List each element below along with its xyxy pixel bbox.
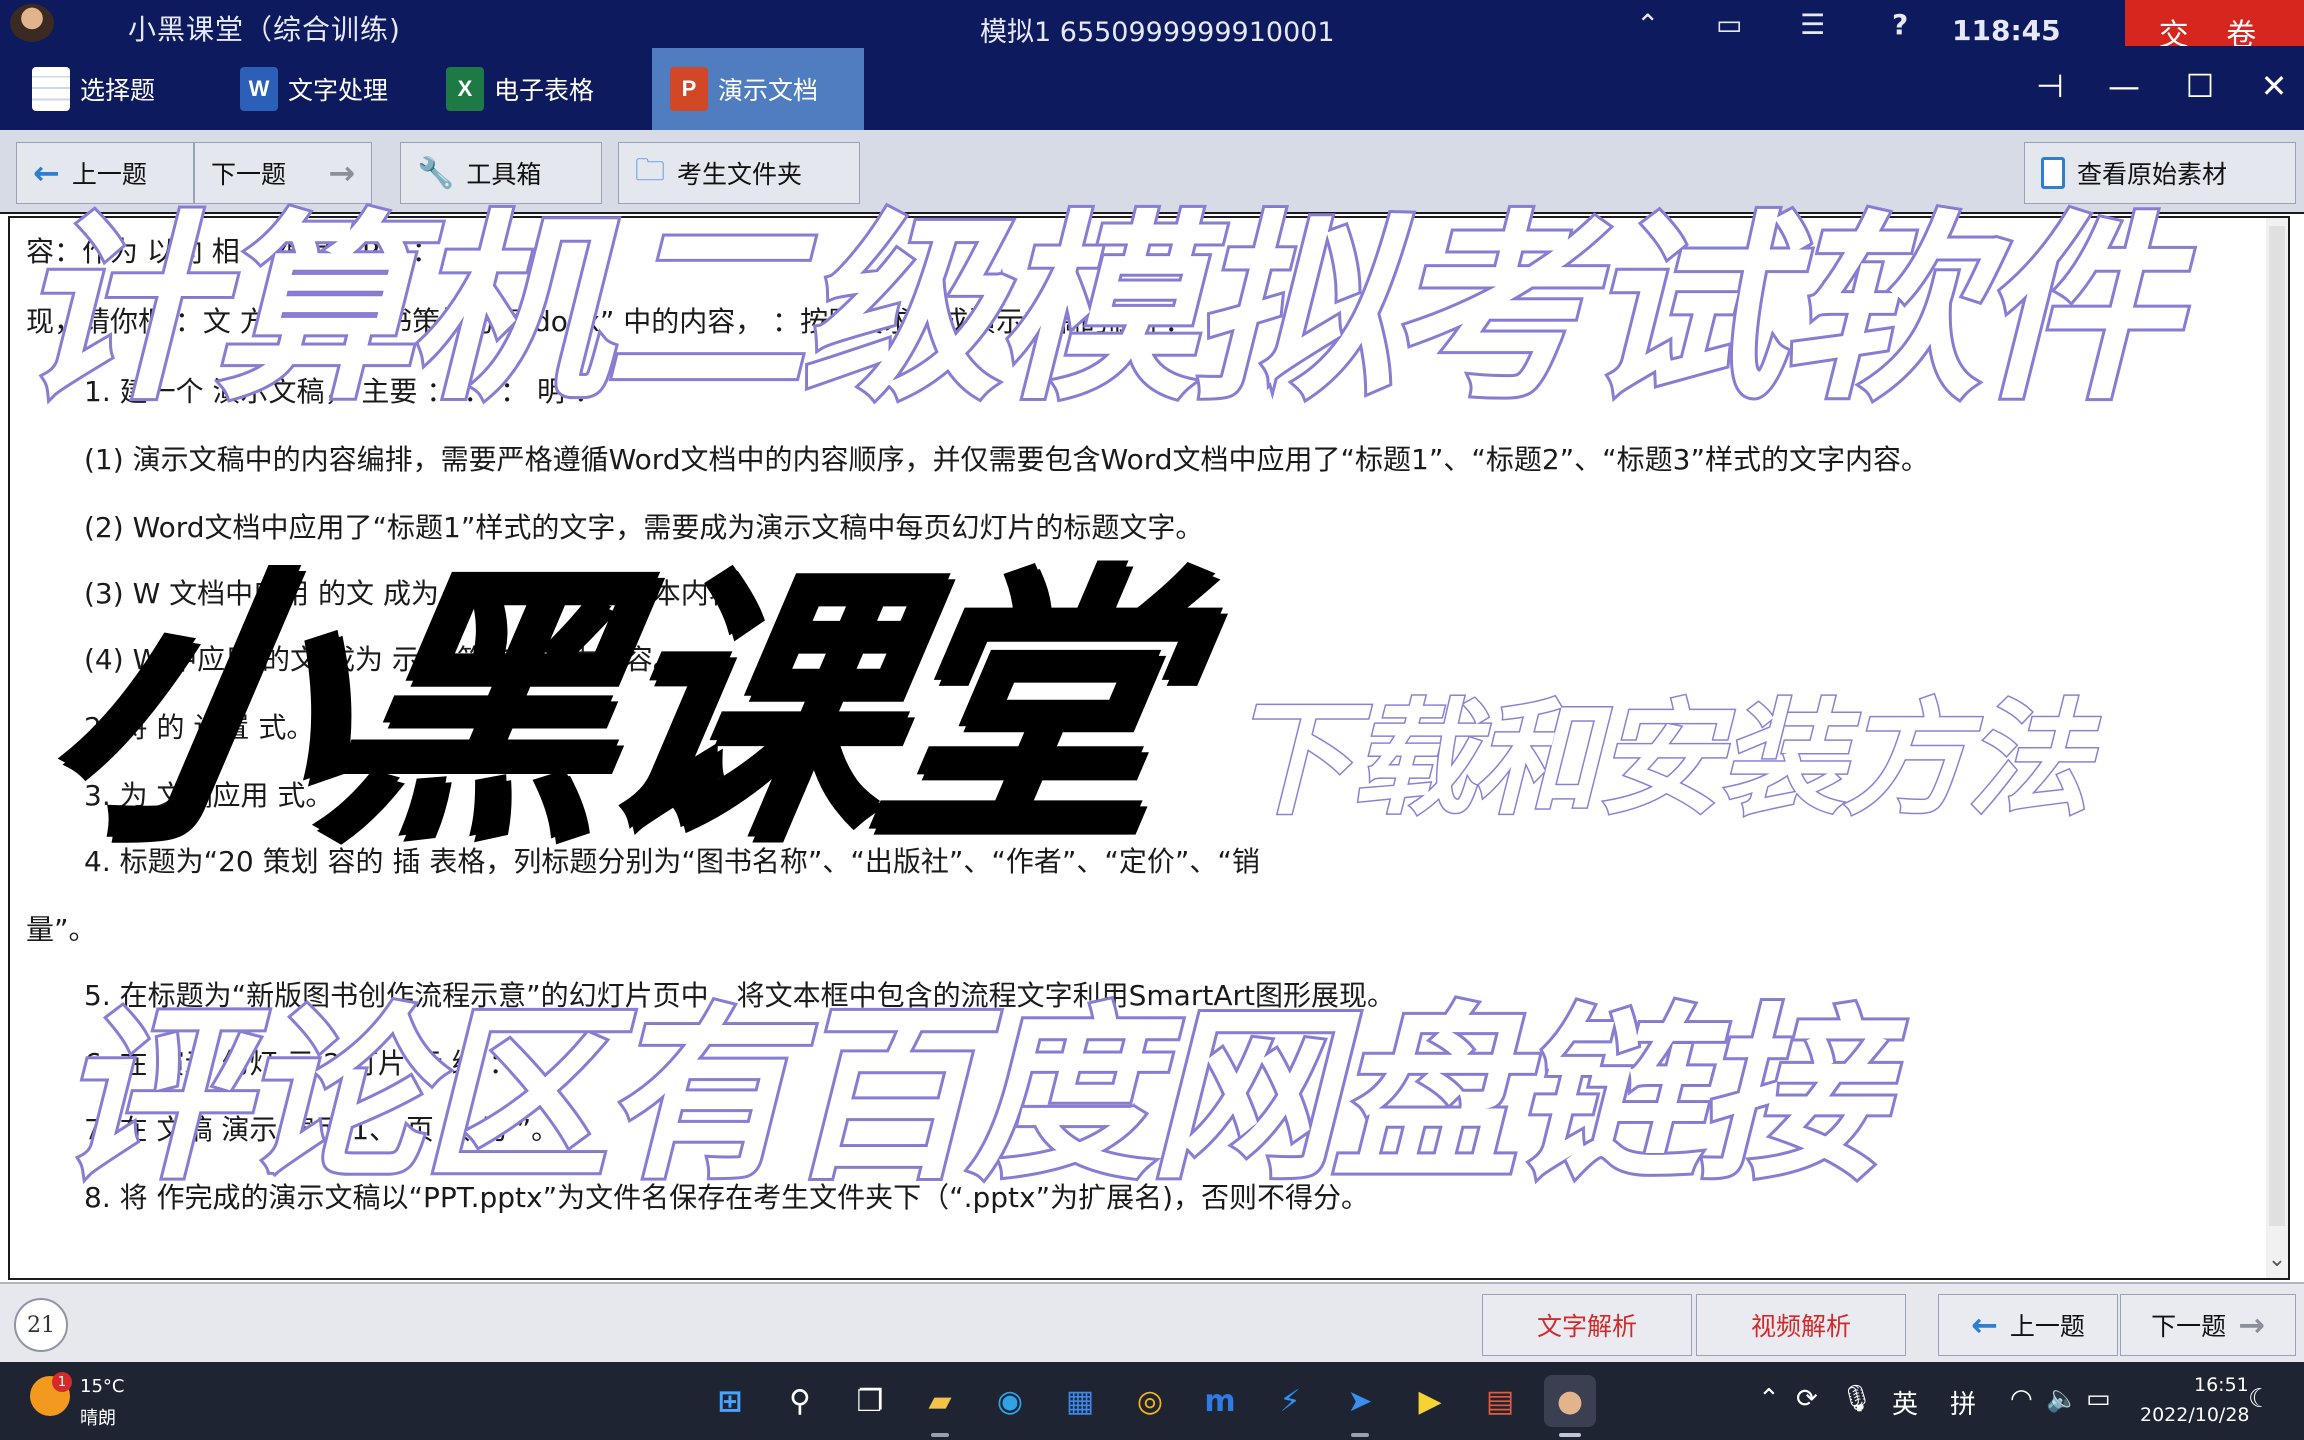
text-analysis-button[interactable]: 文字解析 [1482,1294,1692,1356]
pin-icon[interactable]: ⊣ [2022,58,2078,114]
folder-label: 考生文件夹 [677,160,803,189]
arrow-right-icon: → [2238,1306,2265,1344]
exam-app-icon[interactable]: ● [1544,1375,1596,1427]
tab-powerpoint[interactable]: P 演示文档 [652,48,864,130]
question-line: 量”。 [26,913,97,946]
arrow-left-icon: ← [1971,1306,1998,1344]
task-view-icon[interactable]: ❐ [844,1375,896,1427]
question-line: (1) 演示文稿中的内容编排，需要严格遵循Word文档中的内容顺序，并仅需要包含… [84,443,1929,476]
document-icon [2041,157,2065,189]
countdown-timer: 118:45 [1952,14,2061,47]
tab-label: 电子表格 [494,76,595,105]
windows-start-icon[interactable]: ⊞ [704,1375,756,1427]
chevron-down-icon[interactable]: ⌄ [2266,1247,2288,1272]
user-avatar [10,4,54,42]
tab-label: 文字处理 [288,76,389,105]
quiz-icon [32,67,70,111]
tab-label: 演示文档 [718,76,819,105]
weather-condition: 晴朗 [80,1408,116,1429]
arrow-right-icon: → [328,154,355,192]
active-app-indicator [1559,1433,1581,1437]
battery-icon[interactable]: ▭ [2086,1384,2111,1414]
app-indicator [1351,1433,1369,1437]
title-bar: 小黑课堂（综合训练) 模拟1 6550999999910001 ⌃ ▭ ☰ ? … [0,0,2304,48]
window-icon[interactable]: ▭ [1716,8,1742,41]
sync-icon[interactable]: ⟳ [1796,1384,1818,1414]
app-title: 小黑课堂（综合训练) [128,13,401,46]
video-analysis-button[interactable]: 视频解析 [1696,1294,1906,1356]
list-icon[interactable]: ☰ [1800,8,1825,41]
search-icon[interactable]: ⚲ [774,1375,826,1427]
bolt-app-icon[interactable]: ⚡ [1264,1375,1316,1427]
bottom-next-button[interactable]: 下一题 → [2120,1294,2296,1356]
clock-date[interactable]: 2022/10/28 [2140,1404,2250,1426]
bottom-next-label: 下一题 [2151,1312,2227,1341]
clock-time[interactable]: 16:51 [2194,1374,2249,1396]
potplayer-icon[interactable]: ▶ [1404,1375,1456,1427]
help-icon[interactable]: ? [1892,8,1908,41]
wifi-icon[interactable]: ◠ [2010,1384,2033,1414]
folder-icon: 🗀 [635,152,665,188]
overlay-footer: 评论区有百度网盘链接 [55,987,1885,1205]
tab-excel[interactable]: X 电子表格 [428,48,612,130]
prev-label: 上一题 [71,160,147,189]
submit-button[interactable]: 交 卷 [2125,0,2304,46]
arrow-left-icon: ← [33,154,60,192]
up-icon[interactable]: ⌃ [1636,8,1659,41]
powerpoint-icon: P [670,67,708,111]
vertical-scrollbar[interactable]: ⌄ [2266,218,2288,1278]
word-icon: W [240,67,278,111]
temperature: 15°C [80,1376,125,1397]
close-icon[interactable]: ✕ [2246,58,2302,114]
view-original-label: 查看原始素材 [2077,160,2228,189]
microphone-icon[interactable]: 🎙 [1840,1384,1873,1414]
moon-icon[interactable]: ☾ [2248,1384,2271,1414]
exam-id: 模拟1 6550999999910001 [980,17,1335,48]
bottom-prev-button[interactable]: ← 上一题 [1938,1294,2118,1356]
question-number: 21 [14,1298,68,1352]
edge-icon[interactable]: ◉ [984,1375,1036,1427]
chevron-up-icon[interactable]: ⌃ [1758,1384,1780,1414]
office-app-icon[interactable]: ▤ [1474,1375,1526,1427]
file-explorer-icon[interactable]: ▰ [914,1375,966,1427]
ime-pinyin[interactable]: 拼 [1950,1384,1976,1421]
minimize-icon[interactable]: — [2096,58,2152,114]
maximize-icon[interactable]: ☐ [2172,58,2228,114]
tab-label: 选择题 [80,76,156,105]
notification-badge: 1 [52,1372,72,1392]
overlay-headline: 计算机二级模拟考试软件 [13,193,2179,429]
taskbar: 1 15°C 晴朗 ⊞ ⚲ ❐ ▰ ◉ ▦ ◎ m ⚡ ➤ ▶ ▤ ● ⌃ ⟳ … [0,1362,2304,1440]
app-indicator [931,1433,949,1437]
excel-icon: X [446,67,484,111]
chrome-icon[interactable]: ◎ [1124,1375,1176,1427]
overlay-brand: 小黑课堂 [22,541,1186,878]
volume-icon[interactable]: 🔈 [2046,1384,2078,1414]
toolbox-label: 工具箱 [466,160,542,189]
store-icon[interactable]: ▦ [1054,1375,1106,1427]
tab-choice[interactable]: 选择题 [14,48,173,130]
bottom-bar: 21 文字解析 视频解析 ← 上一题 下一题 → [0,1282,2304,1362]
ime-english[interactable]: 英 [1892,1384,1918,1421]
module-tabs: 选择题 W 文字处理 X 电子表格 P 演示文档 ⊣ — ☐ ✕ [0,46,2304,130]
app-m-icon[interactable]: m [1194,1375,1246,1427]
scrollbar-thumb[interactable] [2269,226,2285,1226]
overlay-subtitle: 下载和安装方法 [1226,688,2091,832]
bottom-prev-label: 上一题 [2009,1312,2085,1341]
next-label: 下一题 [211,160,287,189]
wrench-icon: 🔧 [417,155,455,191]
question-line: (2) Word文档中应用了“标题1”样式的文字，需要成为演示文稿中每页幻灯片的… [84,511,1204,544]
feishu-icon[interactable]: ➤ [1334,1375,1386,1427]
tab-word[interactable]: W 文字处理 [222,48,406,130]
